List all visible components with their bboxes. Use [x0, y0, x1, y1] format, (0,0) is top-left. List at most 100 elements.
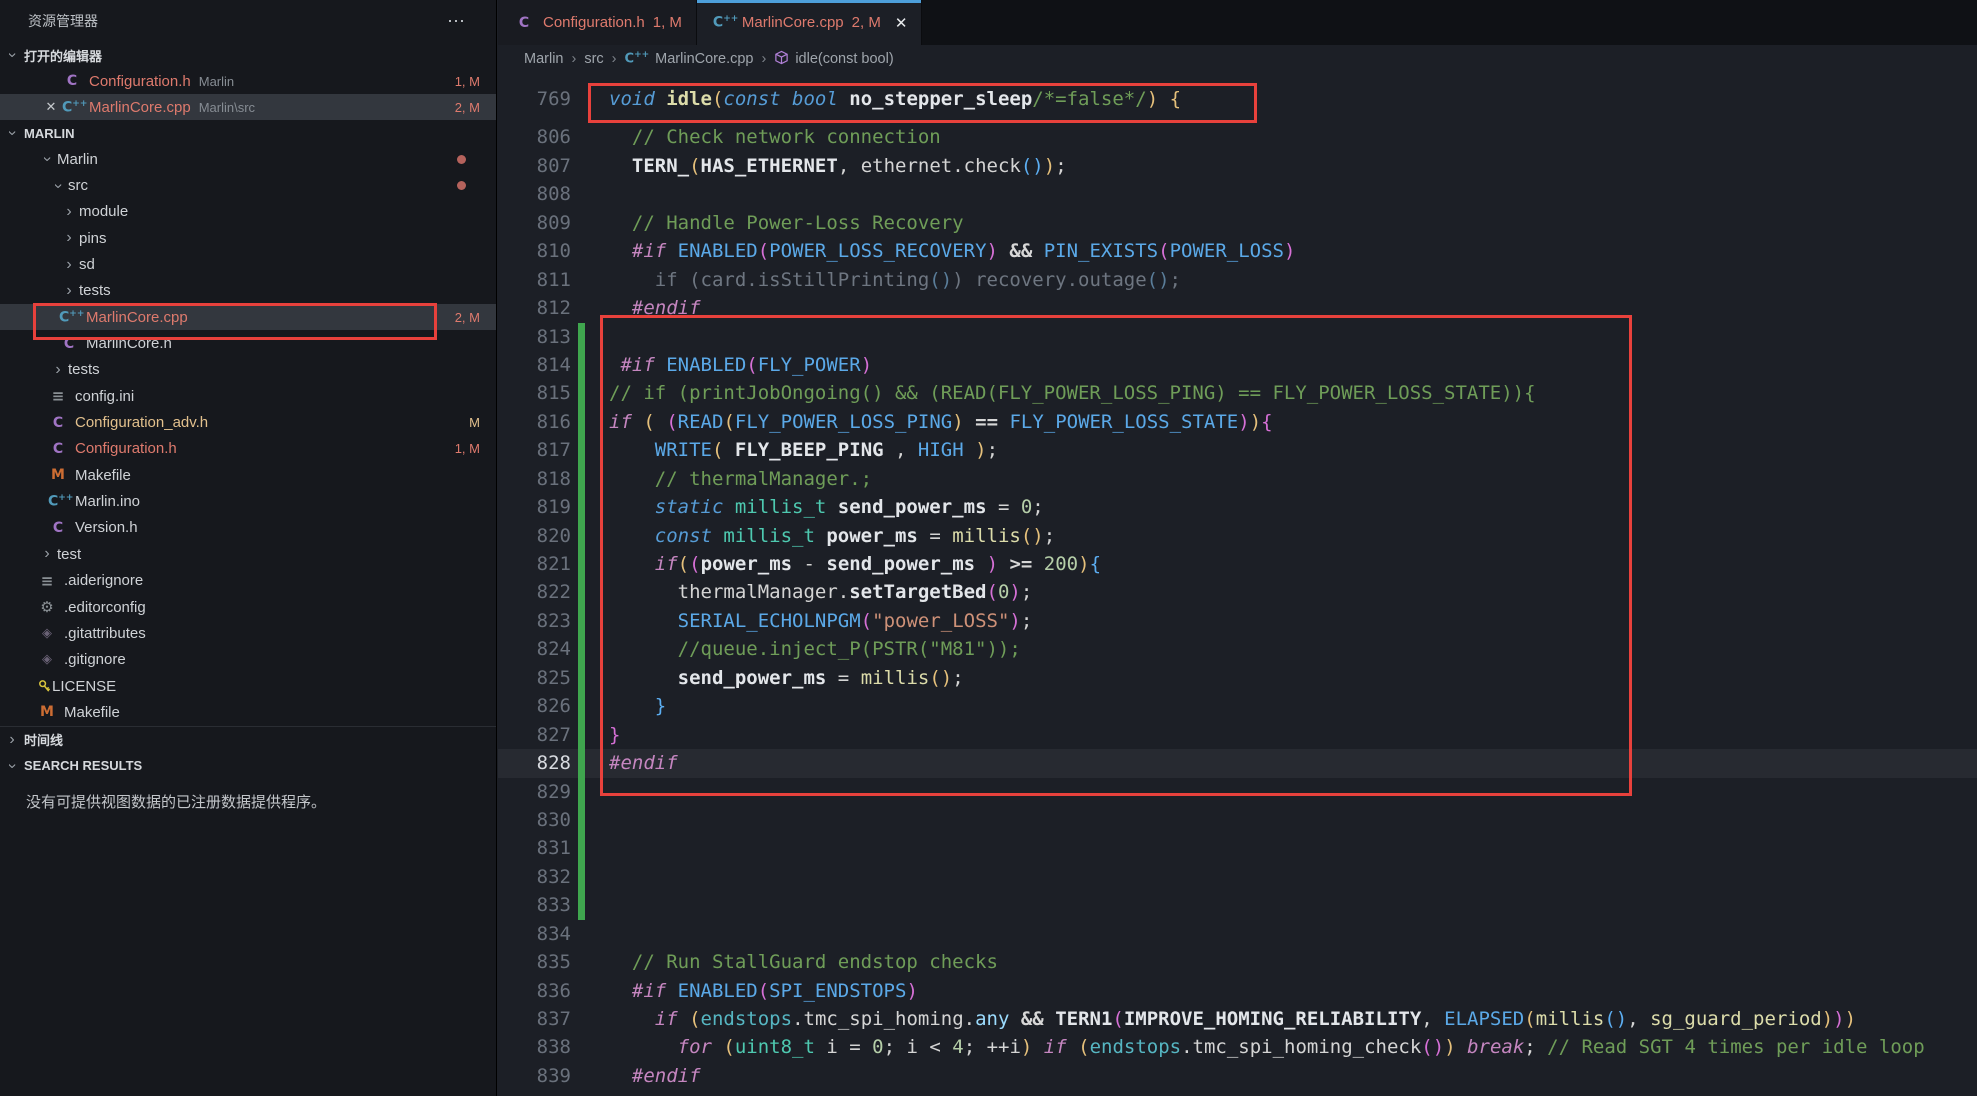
tree-folder-pins[interactable]: ›pins — [0, 225, 496, 251]
search-results-header[interactable]: › SEARCH RESULTS — [0, 753, 496, 779]
code-line[interactable]: 837 if (endstops.tmc_spi_homing.any && T… — [498, 1005, 1977, 1033]
tree-file-config-ini[interactable]: ≡config.ini — [0, 383, 496, 409]
code-line[interactable]: 813 — [498, 323, 1977, 351]
tab-configuration-h[interactable]: CConfiguration.h1, M — [498, 0, 697, 45]
line-number[interactable]: 825 — [498, 664, 571, 692]
tree-file-marlincore-cpp[interactable]: C++MarlinCore.cpp2, M — [0, 304, 496, 330]
line-number[interactable]: 815 — [498, 379, 571, 407]
code-line[interactable]: 830 — [498, 806, 1977, 834]
code-line[interactable]: 817 WRITE( FLY_BEEP_PING , HIGH ); — [498, 436, 1977, 464]
tree-file-license[interactable]: LICENSE — [0, 673, 496, 699]
tree-folder-module[interactable]: ›module — [0, 199, 496, 225]
tree-file-marlin-ino[interactable]: C++Marlin.ino — [0, 488, 496, 514]
tree-file-makefile[interactable]: MMakefile — [0, 699, 496, 725]
code-line[interactable]: 819 static millis_t send_power_ms = 0; — [498, 493, 1977, 521]
code-line[interactable]: 824 //queue.inject_P(PSTR("M81")); — [498, 635, 1977, 663]
tree-folder-test[interactable]: ›test — [0, 541, 496, 567]
line-number[interactable]: 839 — [498, 1062, 571, 1090]
line-number[interactable]: 810 — [498, 237, 571, 265]
code-line[interactable]: 827} — [498, 721, 1977, 749]
line-number[interactable]: 820 — [498, 522, 571, 550]
tree-folder-src[interactable]: ›src — [0, 172, 496, 198]
code-line[interactable]: 806 // Check network connection — [498, 123, 1977, 151]
line-number[interactable]: 827 — [498, 721, 571, 749]
timeline-header[interactable]: › 时间线 — [0, 726, 496, 753]
line-number[interactable]: 812 — [498, 294, 571, 322]
breadcrumb-item-src[interactable]: src — [584, 51, 603, 67]
code-line[interactable]: 823 SERIAL_ECHOLNPGM("power_LOSS"); — [498, 607, 1977, 635]
open-editors-header[interactable]: › 打开的编辑器 — [0, 42, 496, 68]
tree-file--gitignore[interactable]: ◈.gitignore — [0, 647, 496, 673]
line-number[interactable]: 821 — [498, 550, 571, 578]
line-number[interactable]: 833 — [498, 891, 571, 919]
line-number[interactable]: 818 — [498, 465, 571, 493]
more-actions-icon[interactable]: ⋯ — [447, 0, 466, 42]
tree-file--editorconfig[interactable]: ⚙.editorconfig — [0, 594, 496, 620]
code-line[interactable]: 836 #if ENABLED(SPI_ENDSTOPS) — [498, 977, 1977, 1005]
project-section-header[interactable]: › MARLIN — [0, 120, 496, 146]
line-number[interactable]: 838 — [498, 1033, 571, 1061]
breadcrumb-item-file[interactable]: MarlinCore.cpp — [655, 51, 753, 67]
code-line[interactable]: 834 — [498, 920, 1977, 948]
breadcrumb-item-symbol[interactable]: idle(const bool) — [795, 51, 893, 67]
code-line[interactable]: 820 const millis_t power_ms = millis(); — [498, 522, 1977, 550]
code-line[interactable]: 808 — [498, 180, 1977, 208]
code-line[interactable]: 812 #endif — [498, 294, 1977, 322]
tree-folder-marlin[interactable]: ›Marlin — [0, 146, 496, 172]
breadcrumb-item-marlin[interactable]: Marlin — [524, 51, 563, 67]
code-line[interactable]: 829 — [498, 778, 1977, 806]
line-number[interactable]: 813 — [498, 323, 571, 351]
line-number[interactable]: 834 — [498, 920, 571, 948]
line-number[interactable]: 817 — [498, 436, 571, 464]
line-number[interactable]: 836 — [498, 977, 571, 1005]
line-number[interactable]: 822 — [498, 578, 571, 606]
code-line[interactable]: 818 // thermalManager.; — [498, 465, 1977, 493]
tree-file--aiderignore[interactable]: ≡.aiderignore — [0, 568, 496, 594]
line-number[interactable]: 814 — [498, 351, 571, 379]
line-number[interactable]: 811 — [498, 266, 571, 294]
code-line[interactable]: 822 thermalManager.setTargetBed(0); — [498, 578, 1977, 606]
code-line[interactable]: 816if ( (READ(FLY_POWER_LOSS_PING) == FL… — [498, 408, 1977, 436]
tree-file-configuration-h[interactable]: CConfiguration.h1, M — [0, 436, 496, 462]
code-line[interactable]: 839 #endif — [498, 1062, 1977, 1090]
line-number[interactable]: 823 — [498, 607, 571, 635]
code-line[interactable]: 809 // Handle Power-Loss Recovery — [498, 209, 1977, 237]
line-number[interactable]: 769 — [498, 85, 571, 113]
close-icon[interactable]: ✕ — [40, 99, 62, 115]
code-line[interactable]: 815// if (printJobOngoing() && (READ(FLY… — [498, 379, 1977, 407]
tree-folder-tests[interactable]: ›tests — [0, 357, 496, 383]
line-number[interactable]: 829 — [498, 778, 571, 806]
line-number[interactable]: 826 — [498, 692, 571, 720]
code-line[interactable]: 835 // Run StallGuard endstop checks — [498, 948, 1977, 976]
open-editor-item[interactable]: ✕C++MarlinCore.cppMarlin\src2, M — [0, 94, 496, 120]
tree-file-configuration-adv-h[interactable]: CConfiguration_adv.hM — [0, 409, 496, 435]
code-line[interactable]: 832 — [498, 863, 1977, 891]
tree-file-marlincore-h[interactable]: CMarlinCore.h — [0, 330, 496, 356]
code-line[interactable]: 811 if (card.isStillPrinting()) recovery… — [498, 266, 1977, 294]
line-number[interactable]: 816 — [498, 408, 571, 436]
line-number[interactable]: 835 — [498, 948, 571, 976]
code-line[interactable]: 821 if((power_ms - send_power_ms ) >= 20… — [498, 550, 1977, 578]
code-line[interactable]: 825 send_power_ms = millis(); — [498, 664, 1977, 692]
code-line[interactable]: 814 #if ENABLED(FLY_POWER) — [498, 351, 1977, 379]
line-number[interactable]: 809 — [498, 209, 571, 237]
open-editor-item[interactable]: CConfiguration.hMarlin1, M — [0, 68, 496, 94]
code-line[interactable]: 828#endif — [498, 749, 1977, 777]
tree-file--gitattributes[interactable]: ◈.gitattributes — [0, 620, 496, 646]
line-number[interactable]: 824 — [498, 635, 571, 663]
tab-marlincore-cpp[interactable]: C++MarlinCore.cpp2, M✕ — [697, 0, 922, 45]
code-line[interactable]: 826 } — [498, 692, 1977, 720]
line-number[interactable]: 806 — [498, 123, 571, 151]
tree-folder-sd[interactable]: ›sd — [0, 251, 496, 277]
line-number[interactable]: 828 — [498, 749, 571, 777]
code-line[interactable]: 769void idle(const bool no_stepper_sleep… — [498, 85, 1977, 113]
line-number[interactable]: 830 — [498, 806, 571, 834]
line-number[interactable]: 831 — [498, 834, 571, 862]
close-icon[interactable]: ✕ — [895, 14, 908, 32]
line-number[interactable]: 808 — [498, 180, 571, 208]
line-number[interactable]: 819 — [498, 493, 571, 521]
line-number[interactable]: 832 — [498, 863, 571, 891]
code-view[interactable]: 769void idle(const bool no_stepper_sleep… — [498, 72, 1977, 1090]
line-number[interactable]: 807 — [498, 152, 571, 180]
code-line[interactable]: 807 TERN_(HAS_ETHERNET, ethernet.check()… — [498, 152, 1977, 180]
